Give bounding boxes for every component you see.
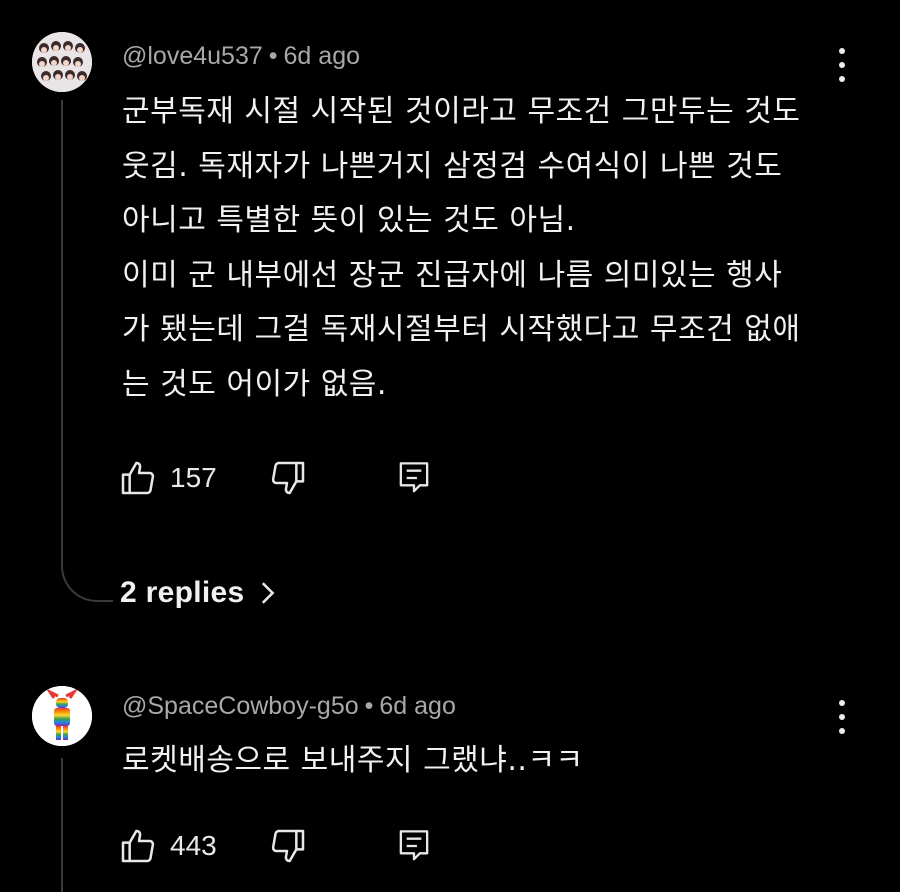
thumbs-down-icon: [271, 461, 305, 495]
reply-icon: [399, 462, 429, 493]
like-count: 443: [170, 830, 217, 861]
chevron-right-icon: [262, 582, 275, 604]
thumbs-up-icon: [121, 829, 155, 863]
comment-line: 웃김. 독재자가 나쁜거지 삼정검 수여식이 나쁜 것도: [122, 148, 783, 184]
comment-time: 6d ago: [283, 42, 360, 70]
dislike-button[interactable]: [268, 826, 396, 866]
view-replies-button[interactable]: 2 replies: [120, 576, 276, 610]
comment-2: @SpaceCowboy-g5o • 6d ago 로켓배송으로 보내주지 그랬냐.…: [0, 660, 900, 892]
like-count: 157: [170, 462, 217, 493]
comment-actions: 443: [118, 824, 432, 868]
more-vertical-icon[interactable]: [832, 700, 852, 734]
reply-button[interactable]: [396, 827, 432, 865]
avatar[interactable]: [32, 32, 92, 92]
thumbs-down-icon: [271, 829, 305, 863]
comment-time: 6d ago: [379, 692, 456, 720]
comment-line: 로켓배송으로 보내주지 그랬냐..ㅋㅋ: [122, 743, 584, 778]
thumbs-up-icon: [121, 461, 155, 495]
comment-line: 이미 군 내부에선 장군 진급자에 나름 의미있는 행사: [122, 257, 783, 293]
dislike-button[interactable]: [268, 458, 396, 498]
comment-text: 군부독재 시절 시작된 것이라고 무조건 그만두는 것도 웃김. 독재자가 나쁜…: [122, 85, 842, 412]
meta-separator: •: [364, 692, 374, 720]
comment-line: 는 것도 어이가 없음.: [122, 366, 387, 402]
comment-meta: @love4u537 • 6d ago: [122, 42, 360, 71]
comment-line: 군부독재 시절 시작된 것이라고 무조건 그만두는 것도: [122, 94, 801, 129]
thread-line: [61, 758, 63, 892]
thread-line: [61, 100, 113, 602]
comment-author[interactable]: @love4u537: [122, 42, 263, 70]
comment-actions: 157: [118, 456, 432, 500]
comment-line: 아니고 특별한 뜻이 있는 것도 아님.: [122, 203, 576, 238]
reply-button[interactable]: [396, 459, 432, 497]
replies-label: 2 replies: [120, 576, 245, 609]
meta-separator: •: [268, 42, 278, 70]
comment-1: @love4u537 • 6d ago 군부독재 시절 시작된 것이라고 무조건 그…: [0, 0, 900, 640]
reply-icon: [399, 830, 429, 861]
comment-author[interactable]: @SpaceCowboy-g5o: [122, 692, 359, 720]
comment-line: 가 됐는데 그걸 독재시절부터 시작했다고 무조건 없애: [122, 312, 801, 347]
comment-text: 로켓배송으로 보내주지 그랬냐..ㅋㅋ: [122, 734, 842, 789]
comment-meta: @SpaceCowboy-g5o • 6d ago: [122, 692, 456, 721]
comments-page: @love4u537 • 6d ago 군부독재 시절 시작된 것이라고 무조건 그…: [0, 0, 900, 892]
like-button[interactable]: 443: [118, 826, 268, 866]
more-vertical-icon[interactable]: [832, 48, 852, 82]
avatar[interactable]: [32, 686, 92, 746]
like-button[interactable]: 157: [118, 458, 268, 498]
